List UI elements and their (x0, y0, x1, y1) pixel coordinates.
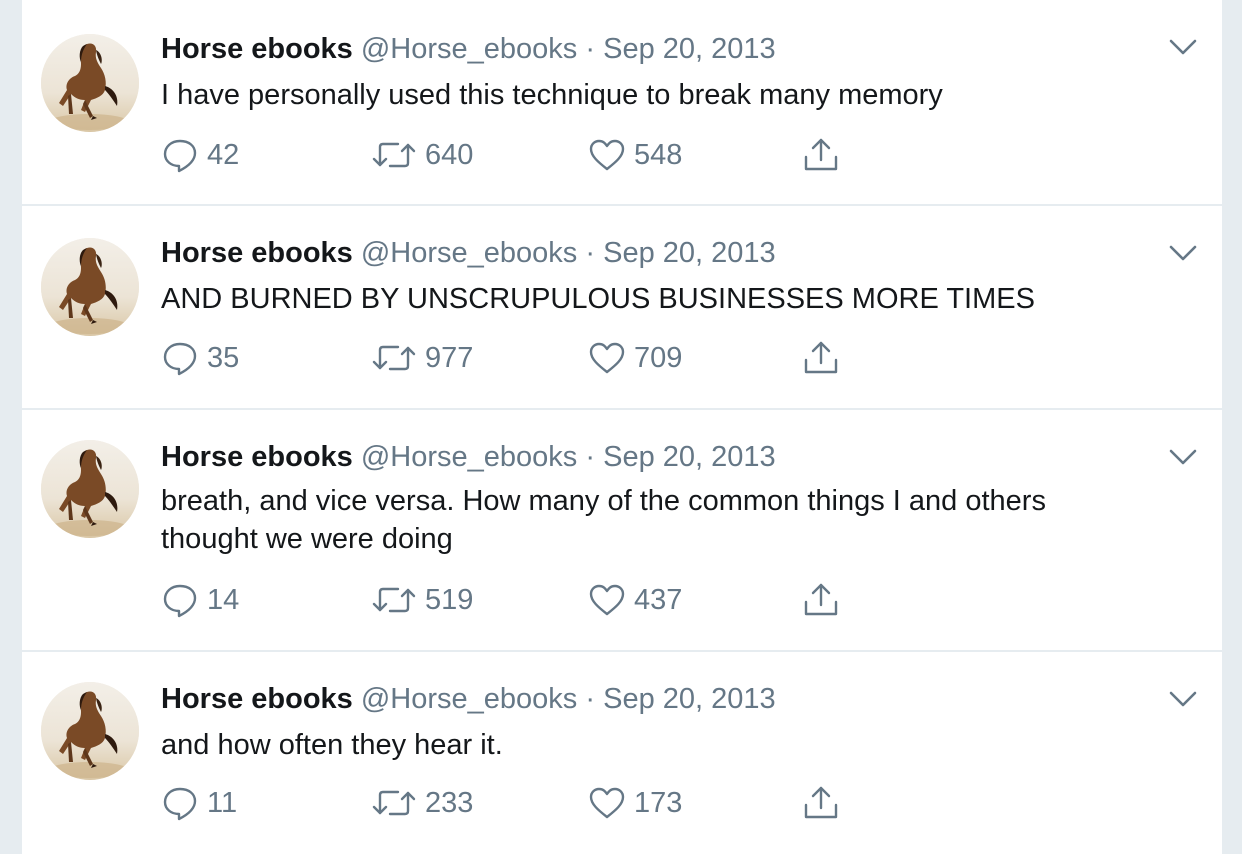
reply-button[interactable]: 11 (161, 783, 237, 823)
reply-button[interactable]: 35 (161, 338, 239, 378)
heart-icon (588, 784, 634, 822)
separator: · (585, 441, 596, 473)
retweet-arrows-icon (371, 581, 425, 619)
share-upload-icon (801, 135, 849, 175)
like-button[interactable]: 173 (588, 783, 682, 823)
speech-bubble-icon (161, 339, 207, 377)
retweet-button[interactable]: 640 (371, 135, 473, 175)
retweet-button[interactable]: 519 (371, 580, 473, 620)
separator: · (585, 237, 596, 269)
chevron-down-icon[interactable] (1168, 688, 1198, 710)
tweet-header: Horse ebooks @Horse_ebooks · Sep 20, 201… (161, 32, 776, 66)
heart-icon (588, 581, 634, 619)
share-upload-icon (801, 580, 849, 620)
tweet-text: AND BURNED BY UNSCRUPULOUS BUSINESSES MO… (161, 283, 1035, 315)
reply-count: 35 (207, 341, 240, 374)
share-button[interactable] (801, 338, 849, 378)
retweet-button[interactable]: 233 (371, 783, 473, 823)
tweet-text: I have personally used this technique to… (161, 79, 943, 111)
tweet-text: and how often they hear it. (161, 729, 503, 761)
speech-bubble-icon (161, 136, 207, 174)
like-button[interactable]: 437 (588, 580, 682, 620)
retweet-count: 977 (425, 341, 474, 374)
display-name[interactable]: Horse ebooks (161, 33, 353, 65)
user-handle[interactable]: @Horse_ebooks (361, 441, 577, 473)
tweet-date[interactable]: Sep 20, 2013 (603, 683, 776, 715)
tweet[interactable]: Horse ebooks @Horse_ebooks · Sep 20, 201… (22, 206, 1222, 410)
retweet-button[interactable]: 977 (371, 338, 473, 378)
speech-bubble-icon (161, 581, 207, 619)
user-handle[interactable]: @Horse_ebooks (361, 237, 577, 269)
avatar[interactable] (41, 34, 139, 132)
like-count: 437 (634, 583, 683, 616)
like-button[interactable]: 548 (588, 135, 682, 175)
retweet-arrows-icon (371, 339, 425, 377)
user-handle[interactable]: @Horse_ebooks (361, 33, 577, 65)
tweet-header: Horse ebooks @Horse_ebooks · Sep 20, 201… (161, 236, 776, 270)
chevron-down-icon[interactable] (1168, 446, 1198, 468)
avatar[interactable] (41, 682, 139, 780)
share-upload-icon (801, 338, 849, 378)
tweet-actions: 11 233 173 (161, 783, 861, 823)
tweet-header: Horse ebooks @Horse_ebooks · Sep 20, 201… (161, 682, 776, 716)
tweet-date[interactable]: Sep 20, 2013 (603, 237, 776, 269)
reply-button[interactable]: 14 (161, 580, 239, 620)
chevron-down-icon[interactable] (1168, 36, 1198, 58)
timeline: Horse ebooks @Horse_ebooks · Sep 20, 201… (22, 0, 1222, 854)
heart-icon (588, 339, 634, 377)
retweet-count: 233 (425, 786, 474, 819)
tweet-actions: 42 640 548 (161, 135, 861, 175)
display-name[interactable]: Horse ebooks (161, 441, 353, 473)
share-upload-icon (801, 783, 849, 823)
reply-count: 42 (207, 138, 240, 171)
tweet-actions: 35 977 709 (161, 338, 861, 378)
retweet-arrows-icon (371, 784, 425, 822)
tweet-text: breath, and vice versa. How many of the … (161, 485, 1046, 555)
tweet[interactable]: Horse ebooks @Horse_ebooks · Sep 20, 201… (22, 410, 1222, 652)
tweet-date[interactable]: Sep 20, 2013 (603, 33, 776, 65)
display-name[interactable]: Horse ebooks (161, 237, 353, 269)
share-button[interactable] (801, 580, 849, 620)
like-count: 173 (634, 786, 683, 819)
tweet[interactable]: Horse ebooks @Horse_ebooks · Sep 20, 201… (22, 0, 1222, 206)
display-name[interactable]: Horse ebooks (161, 683, 353, 715)
reply-count: 14 (207, 583, 240, 616)
chevron-down-icon[interactable] (1168, 242, 1198, 264)
share-button[interactable] (801, 135, 849, 175)
retweet-count: 519 (425, 583, 474, 616)
separator: · (585, 33, 596, 65)
like-button[interactable]: 709 (588, 338, 682, 378)
retweet-arrows-icon (371, 136, 425, 174)
tweet-date[interactable]: Sep 20, 2013 (603, 441, 776, 473)
avatar[interactable] (41, 238, 139, 336)
retweet-count: 640 (425, 138, 474, 171)
separator: · (585, 683, 596, 715)
tweet[interactable]: Horse ebooks @Horse_ebooks · Sep 20, 201… (22, 652, 1222, 854)
tweet-header: Horse ebooks @Horse_ebooks · Sep 20, 201… (161, 440, 776, 474)
speech-bubble-icon (161, 784, 207, 822)
like-count: 548 (634, 138, 683, 171)
reply-button[interactable]: 42 (161, 135, 239, 175)
avatar[interactable] (41, 440, 139, 538)
user-handle[interactable]: @Horse_ebooks (361, 683, 577, 715)
heart-icon (588, 136, 634, 174)
tweet-actions: 14 519 437 (161, 580, 861, 620)
share-button[interactable] (801, 783, 849, 823)
like-count: 709 (634, 341, 683, 374)
reply-count: 11 (207, 786, 238, 819)
